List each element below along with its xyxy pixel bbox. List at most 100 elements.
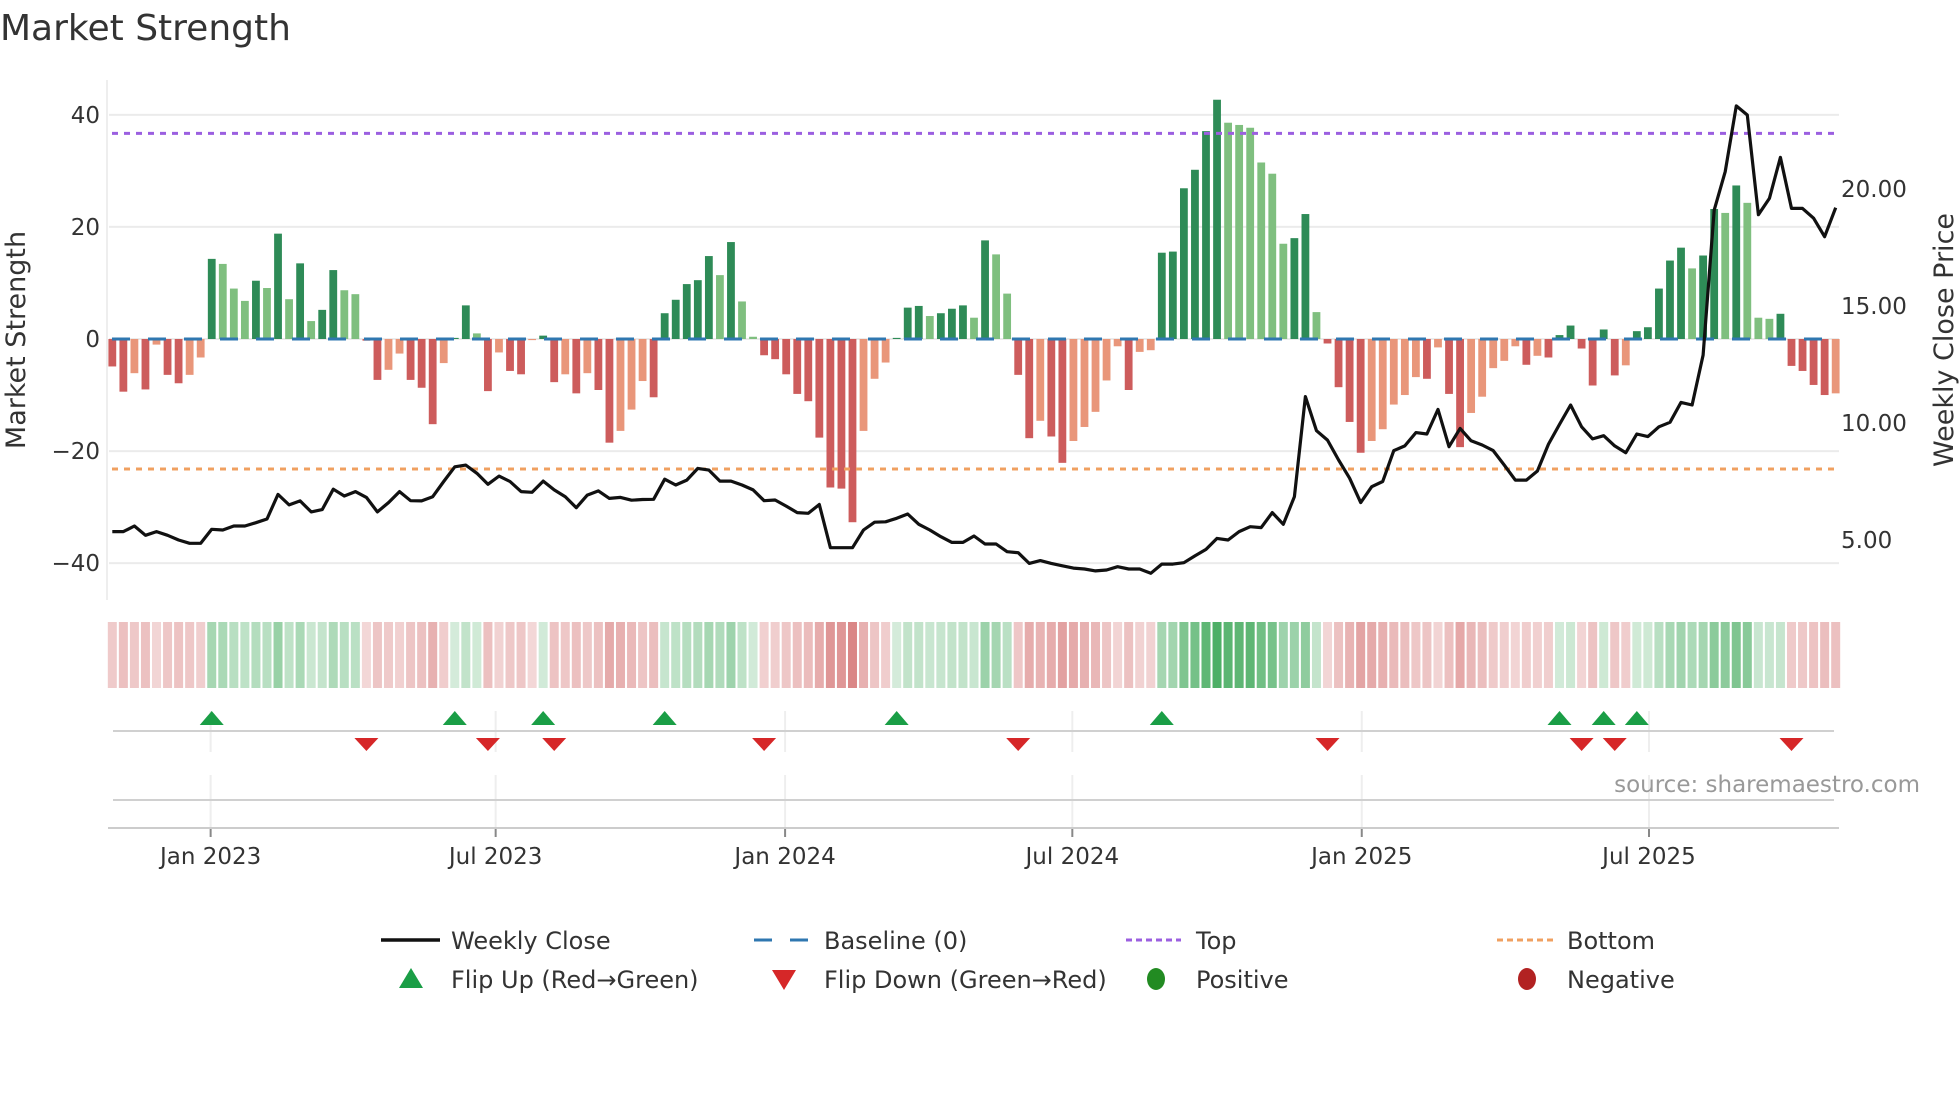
heat-cell (1135, 622, 1145, 688)
heat-cell (715, 622, 725, 688)
heat-cell (1786, 622, 1796, 688)
bar-positive (1179, 188, 1188, 339)
heat-cell (1289, 622, 1299, 688)
heat-cell (1566, 622, 1576, 688)
heat-cell (1720, 622, 1730, 688)
heat-cell (1267, 622, 1277, 688)
bar-negative (594, 339, 603, 390)
heat-cell (1444, 622, 1454, 688)
heat-cell (1742, 622, 1752, 688)
heat-cell (1168, 622, 1178, 688)
triangle-down-icon (772, 970, 796, 990)
heat-cell (660, 622, 670, 688)
heat-cell (1278, 622, 1288, 688)
legend-label: Flip Down (Green→Red) (824, 966, 1107, 994)
bar-negative (1467, 339, 1476, 413)
y2-tick-label: 10.00 (1841, 411, 1907, 437)
heat-cell (1555, 622, 1565, 688)
bar-negative (1434, 339, 1442, 348)
bar-positive (229, 288, 238, 339)
heat-cell (1831, 622, 1841, 688)
bar-negative (870, 339, 879, 379)
heat-cell (428, 622, 438, 688)
heat-cell (1345, 622, 1355, 688)
x-tick-label: Jan 2023 (158, 844, 261, 870)
heat-cell (1532, 622, 1542, 688)
heat-cell (306, 622, 316, 688)
legend-label: Flip Up (Red→Green) (451, 966, 699, 994)
bar-negative (1367, 339, 1376, 441)
heat-cell (107, 622, 117, 688)
legend-item: Flip Down (Green→Red) (772, 966, 1107, 994)
flip-up-marker (442, 711, 467, 725)
heat-cell (1588, 622, 1598, 688)
heat-cell (870, 622, 880, 688)
flip-up-marker (199, 711, 224, 725)
bar-positive (936, 313, 945, 339)
bar-positive (1666, 260, 1674, 339)
heat-cell (1709, 622, 1719, 688)
heat-cell (1113, 622, 1123, 688)
bar-positive (925, 316, 934, 339)
heat-cell (339, 622, 349, 688)
bar-positive (296, 263, 305, 339)
heat-cell (1798, 622, 1808, 688)
bar-negative (528, 339, 537, 341)
bar-negative (495, 339, 503, 353)
heat-cell (461, 622, 471, 688)
bar-positive (1721, 212, 1730, 339)
bar-negative (428, 339, 437, 425)
bar-negative (1445, 339, 1453, 394)
bar-negative (406, 339, 415, 380)
bar-negative (174, 339, 183, 384)
heat-cell (1643, 622, 1653, 688)
heat-cell (803, 622, 813, 688)
bar-negative (1610, 339, 1619, 376)
bar-positive (948, 308, 956, 339)
flip-up-marker (1149, 711, 1174, 725)
bar-negative (1378, 339, 1387, 430)
heat-cell (792, 622, 802, 688)
bar-positive (671, 299, 680, 339)
heat-cell (881, 622, 891, 688)
bar-negative (1146, 339, 1155, 351)
heat-cell (1543, 622, 1553, 688)
heat-cell (1510, 622, 1520, 688)
y-axis-title: Market Strength (1, 231, 32, 449)
heat-cell (1389, 622, 1399, 688)
bar-positive (1688, 268, 1696, 339)
bar-negative (782, 339, 791, 375)
heat-cell (627, 622, 637, 688)
heat-cell (1024, 622, 1034, 688)
legend-label: Bottom (1567, 927, 1655, 955)
bar-negative (1025, 339, 1034, 439)
heat-strip (107, 622, 1841, 688)
heat-cell (1234, 622, 1244, 688)
y-tick-label: −40 (51, 551, 100, 577)
heat-cell (1610, 622, 1620, 688)
bar-positive (1213, 99, 1221, 339)
bar-positive (1290, 238, 1299, 339)
heat-cell (1323, 622, 1333, 688)
bar-positive (318, 309, 327, 339)
heat-cell (1300, 622, 1310, 688)
heat-cell (560, 622, 570, 688)
bar-negative (605, 339, 614, 443)
bar-positive (1003, 293, 1012, 339)
bar-positive (738, 301, 746, 339)
bar-negative (760, 339, 769, 356)
flip-down-marker (752, 738, 777, 751)
legend-label: Baseline (0) (824, 927, 967, 955)
bar-negative (1323, 339, 1332, 344)
bar-positive (727, 242, 735, 339)
heat-cell (229, 622, 239, 688)
bar-positive (660, 313, 669, 339)
bar-negative (848, 339, 857, 523)
heat-cell (417, 622, 427, 688)
bar-negative (1831, 339, 1840, 394)
bar-positive (716, 275, 724, 339)
bar-positive (981, 240, 989, 339)
bar-negative (1091, 339, 1100, 412)
heat-cell (494, 622, 504, 688)
heat-cell (847, 622, 857, 688)
